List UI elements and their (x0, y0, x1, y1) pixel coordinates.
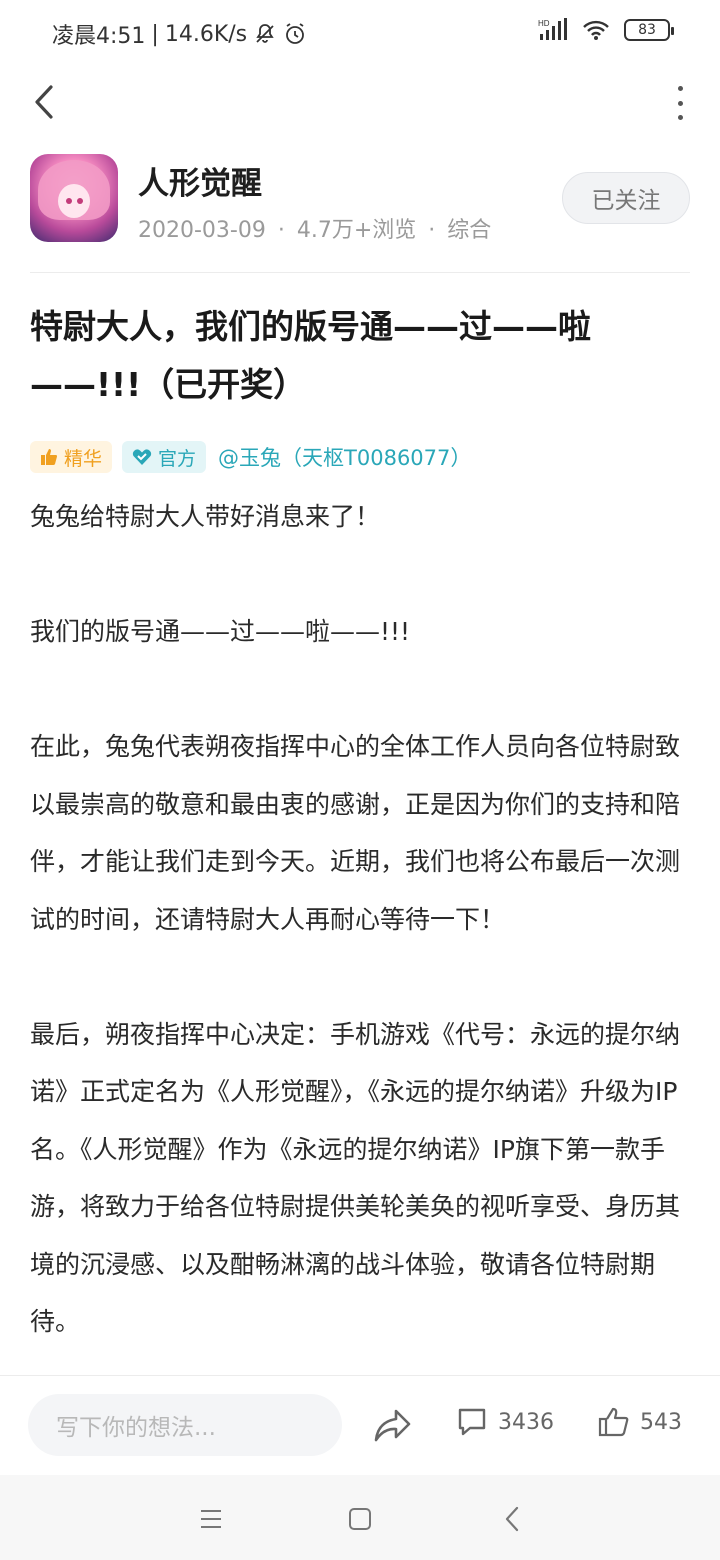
alarm-icon (286, 23, 305, 44)
avatar-face (58, 184, 90, 218)
status-left: 凌晨4:51 | 14.6K/s (52, 18, 307, 50)
author-mention-link[interactable]: @玉兔（天枢T0086077） (216, 441, 481, 473)
battery-icon: 83 (624, 19, 674, 41)
comment-input[interactable]: 写下你的想法... (28, 1394, 342, 1456)
more-vertical-icon (677, 86, 683, 91)
status-time: 凌晨4:51 (52, 24, 146, 49)
like-icon (598, 1407, 629, 1437)
menu-icon (201, 1510, 221, 1528)
svg-text:HD: HD (538, 19, 550, 28)
share-icon (374, 1409, 411, 1442)
back-triangle-icon (505, 1506, 519, 1532)
status-speed: 14.6K/s (164, 21, 248, 47)
screen: 凌晨4:51 | 14.6K/s HD 83 人形觉醒 2020-03-09 ·… (0, 0, 720, 1560)
more-vertical-icon-dot (677, 115, 683, 120)
thumbs-up-icon (41, 449, 57, 465)
more-button[interactable] (670, 86, 690, 120)
article-body: 兔兔给特尉大人带好消息来了！ 我们的版号通——过——啦——!!! 在此，兔兔代表… (30, 488, 692, 1351)
follow-button[interactable]: 已关注 (562, 172, 690, 224)
tag-jinghua-label: 精华 (64, 447, 103, 470)
meta-separator: · (277, 218, 285, 243)
mute-bell-icon (256, 24, 274, 43)
avatar-eye (77, 198, 83, 204)
action-bar: 写下你的想法... 3436 543 (0, 1375, 720, 1475)
view-count: 4.7万+浏览 (296, 218, 417, 243)
author-meta: 2020-03-09 · 4.7万+浏览 · 综合 (138, 212, 491, 244)
status-right: HD 83 (538, 18, 674, 42)
comment-count: 3436 (498, 1409, 554, 1435)
home-square-icon (349, 1508, 371, 1530)
author-name[interactable]: 人形觉醒 (138, 158, 262, 203)
post-category[interactable]: 综合 (447, 218, 491, 243)
tag-guanfang-label: 官方 (158, 447, 197, 470)
post-date: 2020-03-09 (138, 218, 266, 243)
paragraph: 最后，朔夜指挥中心决定：手机游戏《代号：永远的提尔纳诺》正式定名为《人形觉醒》，… (30, 1019, 681, 1337)
paragraph: 在此，兔兔代表朔夜指挥中心的全体工作人员向各位特尉致以最崇高的敬意和最由衷的感谢… (30, 732, 681, 934)
status-sep: | (151, 21, 159, 47)
battery-level: 83 (638, 22, 656, 38)
system-nav-bar (0, 1475, 720, 1560)
status-bar: 凌晨4:51 | 14.6K/s HD 83 (0, 0, 720, 66)
avatar-eye (66, 198, 72, 204)
author-row: 人形觉醒 2020-03-09 · 4.7万+浏览 · 综合 已关注 (30, 154, 690, 244)
avatar[interactable] (30, 154, 118, 242)
tag-guanfang[interactable]: 官方 (122, 441, 207, 473)
comment-button[interactable]: 3436 (456, 1406, 554, 1438)
more-vertical-icon-dot (677, 100, 683, 106)
verified-heart-icon (132, 449, 152, 465)
comment-icon (458, 1408, 486, 1436)
menu-button[interactable] (195, 1503, 227, 1535)
like-button[interactable]: 543 (598, 1406, 682, 1438)
share-button[interactable] (372, 1408, 412, 1444)
divider (30, 272, 690, 273)
post-tags: 精华 官方 @玉兔（天枢T0086077） (30, 440, 481, 474)
wifi-icon (583, 20, 609, 40)
tag-jinghua[interactable]: 精华 (30, 441, 113, 473)
system-back-button[interactable] (496, 1503, 528, 1535)
back-button[interactable] (24, 82, 64, 122)
chevron-left-icon (35, 85, 53, 119)
post-title: 特尉大人，我们的版号通——过——啦——!!!（已开奖） (30, 307, 591, 404)
paragraph: 兔兔给特尉大人带好消息来了！ (30, 502, 381, 531)
like-count: 543 (640, 1409, 682, 1435)
meta-separator: · (428, 218, 436, 243)
hd-signal-icon: HD (538, 18, 567, 40)
paragraph: 我们的版号通——过——啦——!!! (30, 617, 411, 646)
home-button[interactable] (344, 1503, 376, 1535)
